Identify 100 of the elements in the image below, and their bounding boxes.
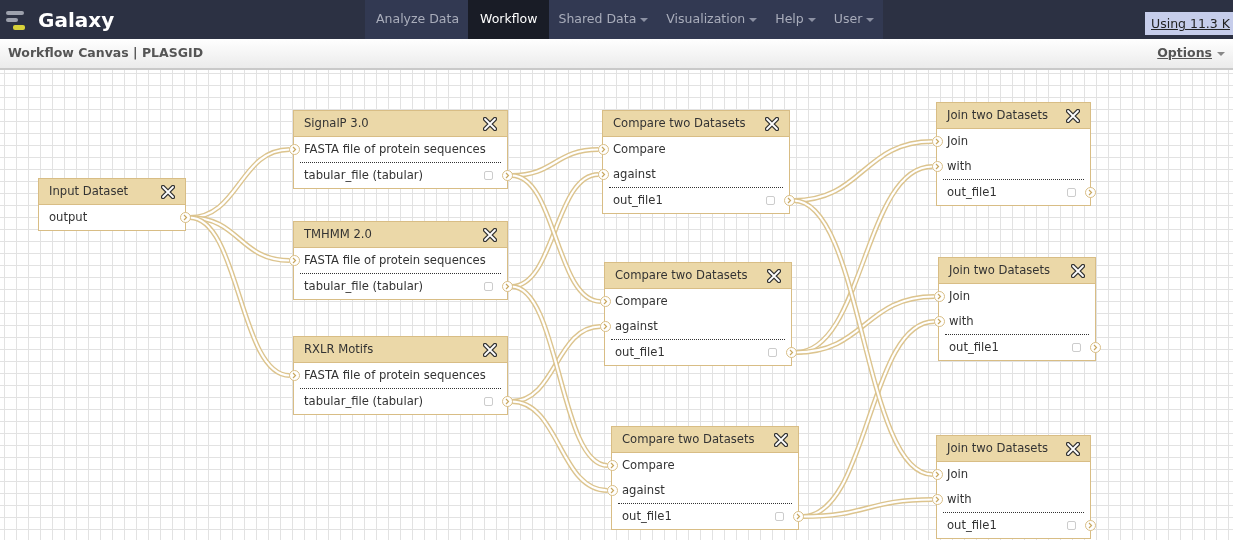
input-label: FASTA file of protein sequences: [304, 251, 486, 269]
port-icon[interactable]: [1089, 342, 1101, 353]
workflow-node[interactable]: Join two Datasets Join with out_file1: [938, 257, 1096, 361]
output-checkbox[interactable]: [484, 282, 493, 291]
output-checkbox[interactable]: [775, 512, 784, 521]
workflow-node[interactable]: Compare two Datasets Compare against out_file1: [611, 426, 799, 530]
close-icon[interactable]: [1066, 108, 1080, 123]
port-icon[interactable]: [931, 136, 943, 147]
workflow-node[interactable]: Compare two Datasets Compare against out_file1: [602, 110, 790, 214]
close-icon[interactable]: [483, 227, 497, 242]
output-label: out_file1: [949, 338, 999, 356]
brand-name[interactable]: Galaxy: [38, 4, 115, 35]
menu-tab[interactable]: Shared Data: [549, 0, 658, 39]
input-label: FASTA file of protein sequences: [304, 366, 486, 384]
menu-tab[interactable]: Analyze Data: [367, 0, 469, 39]
input-label: against: [615, 317, 658, 335]
node-header[interactable]: Join two Datasets: [937, 436, 1090, 462]
input-label: Compare: [613, 140, 666, 158]
output-label: out_file1: [947, 183, 997, 201]
port-icon[interactable]: [288, 255, 300, 266]
input-label: with: [947, 157, 972, 175]
output-checkbox[interactable]: [1067, 521, 1076, 530]
output-checkbox[interactable]: [1072, 343, 1081, 352]
workflow-node[interactable]: TMHMM 2.0 FASTA file of protein sequences tabular_file (tabular): [293, 221, 508, 300]
input-label: Compare: [622, 456, 675, 474]
close-icon[interactable]: [1071, 263, 1085, 278]
node-header[interactable]: Join two Datasets: [939, 258, 1095, 284]
node-title: TMHMM 2.0: [304, 225, 372, 243]
node-header[interactable]: Input Dataset: [39, 179, 185, 205]
node-title: Join two Datasets: [949, 261, 1050, 279]
node-header[interactable]: Compare two Datasets: [605, 263, 791, 289]
output-checkbox[interactable]: [768, 348, 777, 357]
menu-tab[interactable]: User: [824, 0, 884, 39]
output-checkbox[interactable]: [484, 171, 493, 180]
port-icon[interactable]: [1084, 520, 1096, 531]
port-icon[interactable]: [785, 347, 797, 358]
port-icon[interactable]: [792, 511, 804, 522]
node-header[interactable]: Compare two Datasets: [612, 427, 798, 453]
port-icon[interactable]: [783, 195, 795, 206]
input-label: Join: [949, 287, 971, 305]
port-icon[interactable]: [931, 161, 943, 172]
input-label: with: [949, 312, 974, 330]
node-header[interactable]: RXLR Motifs: [294, 337, 507, 363]
node-header[interactable]: TMHMM 2.0: [294, 222, 507, 248]
port-icon[interactable]: [606, 460, 618, 471]
output-checkbox[interactable]: [766, 196, 775, 205]
port-icon[interactable]: [599, 321, 611, 332]
close-icon[interactable]: [774, 432, 788, 447]
port-icon[interactable]: [501, 170, 513, 181]
close-icon[interactable]: [1066, 441, 1080, 456]
port-icon[interactable]: [501, 396, 513, 407]
node-header[interactable]: Compare two Datasets: [603, 111, 789, 137]
port-icon[interactable]: [931, 469, 943, 480]
port-icon[interactable]: [1084, 187, 1096, 198]
port-icon[interactable]: [933, 316, 945, 327]
port-icon[interactable]: [933, 291, 945, 302]
node-header[interactable]: SignalP 3.0: [294, 111, 507, 137]
port-icon[interactable]: [599, 296, 611, 307]
output-label: tabular_file (tabular): [304, 166, 424, 184]
menu-tab[interactable]: Workflow: [468, 0, 550, 39]
port-icon[interactable]: [597, 169, 609, 180]
output-label: out_file1: [622, 507, 672, 525]
close-icon[interactable]: [483, 116, 497, 131]
output-label: tabular_file (tabular): [304, 277, 424, 295]
node-title: Compare two Datasets: [615, 266, 748, 284]
usage-indicator[interactable]: Using 11.3 K: [1145, 12, 1233, 35]
close-icon[interactable]: [483, 342, 497, 357]
input-label: FASTA file of protein sequences: [304, 140, 486, 158]
output-checkbox[interactable]: [484, 397, 493, 406]
node-title: Join two Datasets: [947, 106, 1048, 124]
node-title: Compare two Datasets: [622, 430, 755, 448]
workflow-node[interactable]: Compare two Datasets Compare against out_file1: [604, 262, 792, 366]
output-label: tabular_file (tabular): [304, 392, 424, 410]
close-icon[interactable]: [767, 268, 781, 283]
workflow-node[interactable]: RXLR Motifs FASTA file of protein sequences tabular_file (tabular): [293, 336, 508, 415]
menu-tab[interactable]: Help: [766, 0, 825, 39]
node-title: Input Dataset: [49, 182, 129, 200]
workflow-node[interactable]: Join two Datasets Join with out_file1: [936, 102, 1091, 206]
output-label: out_file1: [615, 343, 665, 361]
port-icon[interactable]: [288, 144, 300, 155]
caret-icon: [1217, 51, 1225, 56]
node-header[interactable]: Join two Datasets: [937, 103, 1090, 129]
port-icon[interactable]: [179, 212, 191, 223]
output-checkbox[interactable]: [1067, 188, 1076, 197]
port-icon[interactable]: [606, 485, 618, 496]
menu-tab[interactable]: Visualization: [657, 0, 767, 39]
input-label: Compare: [615, 292, 668, 310]
workflow-node[interactable]: Join two Datasets Join with out_file1: [936, 435, 1091, 539]
port-icon[interactable]: [501, 281, 513, 292]
port-icon[interactable]: [597, 144, 609, 155]
node-title: RXLR Motifs: [304, 340, 374, 358]
node-title: Join two Datasets: [947, 439, 1048, 457]
workflow-node[interactable]: Input Dataset output: [38, 178, 186, 231]
port-icon[interactable]: [931, 494, 943, 505]
options-menu[interactable]: Options: [1157, 44, 1225, 63]
close-icon[interactable]: [161, 184, 175, 199]
input-label: against: [622, 481, 665, 499]
workflow-node[interactable]: SignalP 3.0 FASTA file of protein sequences tabular_file (tabular): [293, 110, 508, 189]
port-icon[interactable]: [288, 370, 300, 381]
close-icon[interactable]: [765, 116, 779, 131]
